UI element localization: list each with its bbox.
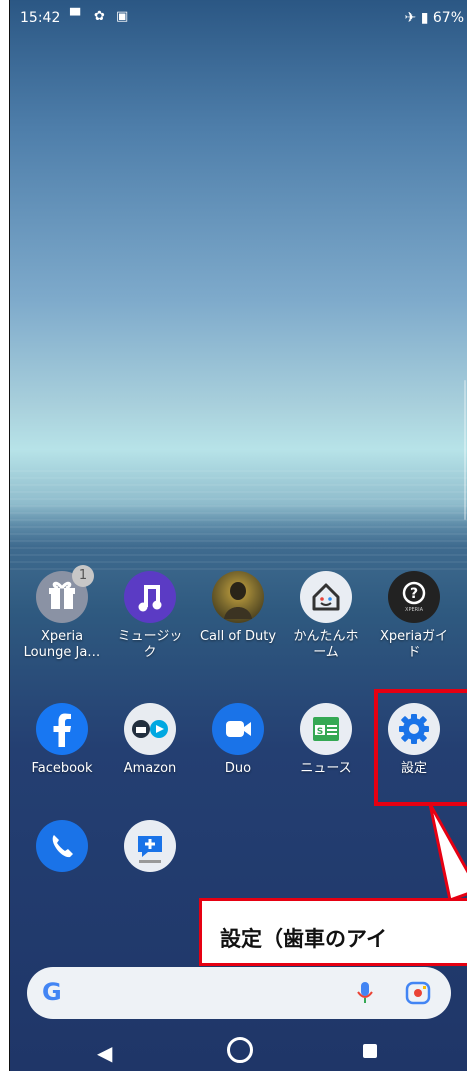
status-time: 15:42 (20, 10, 61, 26)
google-search-bar[interactable]: G (27, 967, 451, 1019)
app-music[interactable]: ミュージッ ク (104, 571, 196, 661)
edge-handle[interactable] (464, 380, 466, 520)
home-screen: 15:42 ▀ ✿ ▣ ✈ ▮ 67% 1 Xperia Lounge Ja… … (9, 0, 467, 1071)
music-note-icon (124, 571, 176, 623)
lens-icon[interactable] (405, 981, 431, 1005)
home-button[interactable] (227, 1037, 253, 1063)
app-label: Call of Duty (199, 629, 277, 644)
phone-icon (36, 820, 88, 872)
callout-text: 設定（歯車のアイ (220, 927, 387, 951)
news-icon: S (300, 703, 352, 755)
facebook-icon (36, 703, 88, 755)
battery-icon: ▮ (420, 10, 429, 26)
app-xperia-lounge[interactable]: 1 Xperia Lounge Ja… (16, 565, 108, 661)
svg-text:S: S (317, 727, 323, 737)
app-duo[interactable]: Duo (192, 703, 284, 777)
callout-box: 設定（歯車のアイ (199, 898, 467, 966)
app-label: Xperia Lounge Ja… (23, 629, 101, 660)
mic-icon[interactable] (353, 980, 377, 1006)
app-amazon[interactable]: Amazon (104, 703, 196, 777)
app-label: ニュース (300, 761, 352, 776)
gear-notification-icon: ✿ (94, 9, 105, 24)
app-label: Amazon (123, 761, 177, 776)
image-notification-icon: ▀ (70, 9, 80, 24)
google-logo-icon: G (42, 978, 62, 1006)
app-kantan-home[interactable]: かんたんホ ーム (280, 571, 372, 661)
battery-level: 67% (432, 10, 464, 26)
app-xperia-guide[interactable]: ? XPERIA Xperiaガイ ド (368, 571, 460, 661)
app-label: Facebook (31, 761, 93, 776)
back-button[interactable]: ◀ (97, 1041, 112, 1065)
airplane-icon: ✈ (404, 10, 417, 26)
app-facebook[interactable]: Facebook (16, 703, 108, 777)
navigation-bar: ◀ (9, 1035, 467, 1071)
app-call-of-duty[interactable]: Call of Duty (192, 571, 284, 645)
video-camera-icon (212, 703, 264, 755)
softbank-message-icon (124, 820, 176, 872)
settings-highlight-box (374, 689, 467, 806)
svg-text:?: ? (410, 586, 418, 602)
app-label: Xperiaガイ ド (379, 629, 449, 660)
notification-badge: 1 (72, 565, 94, 587)
home-face-icon (300, 571, 352, 623)
soldier-icon (212, 571, 264, 623)
dock-softbank-message[interactable] (104, 820, 196, 872)
app-label: かんたんホ ーム (293, 629, 359, 660)
recents-button[interactable] (363, 1044, 377, 1058)
amazon-icon (124, 703, 176, 755)
wallpaper-sheen (10, 470, 467, 570)
question-icon: ? XPERIA (388, 571, 440, 623)
sim-card-icon: ▣ (116, 9, 129, 24)
app-label: ミュージッ ク (117, 629, 183, 660)
dock-phone[interactable] (16, 820, 108, 872)
callout-pointer (428, 803, 467, 902)
svg-text:XPERIA: XPERIA (405, 607, 424, 613)
status-bar: 15:42 ▀ ✿ ▣ ✈ ▮ 67% (10, 0, 467, 34)
status-right: ✈ ▮ 67% (405, 10, 464, 26)
app-label: Duo (224, 761, 252, 776)
app-news[interactable]: S ニュース (280, 703, 372, 777)
gift-icon: 1 (36, 565, 94, 623)
